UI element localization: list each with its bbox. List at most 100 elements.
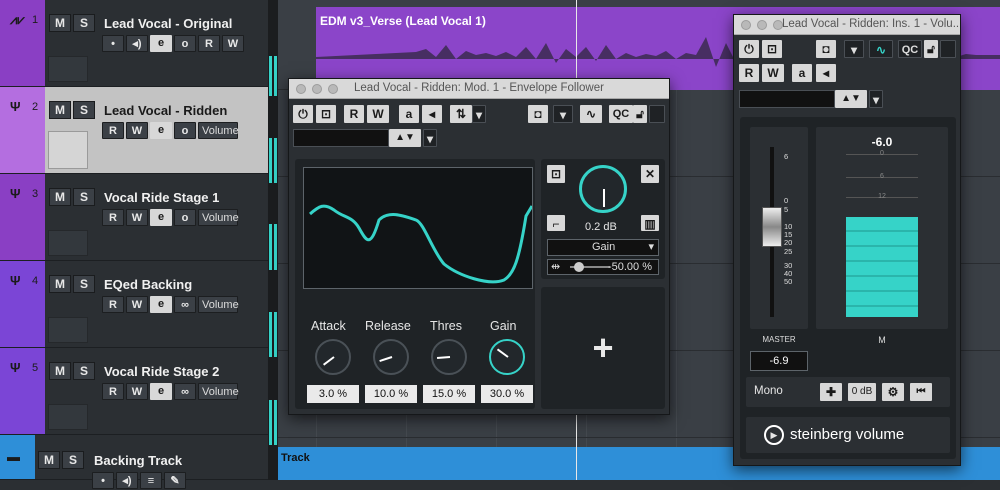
automation-param-select[interactable]: Volume: [198, 122, 239, 139]
write-automation-button[interactable]: W: [126, 122, 148, 139]
lock-icon[interactable]: 🔓︎: [924, 40, 938, 58]
monitor-button[interactable]: ◂): [116, 472, 138, 489]
lock-icon[interactable]: 🔓︎: [633, 105, 647, 123]
solo-button[interactable]: S: [73, 188, 95, 206]
timebase-button[interactable]: o: [174, 35, 196, 52]
mute-button[interactable]: M: [49, 14, 71, 32]
automation-param-select[interactable]: Volume: [198, 383, 239, 400]
slider-handle[interactable]: [574, 262, 584, 272]
preset-field[interactable]: [739, 90, 835, 108]
solo-button[interactable]: S: [73, 101, 95, 119]
preset-navigate-buttons[interactable]: ▲▼: [389, 129, 421, 147]
curve-icon[interactable]: ⌐: [547, 215, 565, 231]
dropdown-button[interactable]: ▾: [553, 105, 573, 123]
write-automation-button[interactable]: W: [367, 105, 389, 123]
edit-button[interactable]: ✎: [164, 472, 186, 489]
read-automation-button[interactable]: R: [102, 122, 124, 139]
options-button[interactable]: [649, 105, 665, 123]
options-button[interactable]: [940, 40, 956, 58]
edit-channel-button[interactable]: e: [150, 35, 172, 52]
record-enable-button[interactable]: •: [92, 472, 114, 489]
write-automation-button[interactable]: W: [126, 383, 148, 400]
link-button[interactable]: ∞: [174, 383, 196, 400]
arrow-left-icon[interactable]: ◂: [422, 105, 442, 123]
mute-button[interactable]: M: [49, 101, 71, 119]
power-icon[interactable]: ⏻: [293, 105, 313, 123]
track-row[interactable]: Ψ 4 M S EQed Backing R W e ∞ Volume: [0, 261, 268, 348]
rewind-icon[interactable]: ⏮: [910, 383, 932, 401]
phase-plus-icon[interactable]: ✚: [820, 383, 842, 401]
routing-icon[interactable]: ⇅: [450, 105, 472, 123]
mute-button[interactable]: M: [49, 362, 71, 380]
preset-menu-icon[interactable]: ▾: [869, 90, 883, 108]
edit-channel-button[interactable]: e: [150, 122, 172, 139]
write-automation-button[interactable]: W: [762, 64, 784, 82]
edit-channel-button[interactable]: e: [150, 209, 172, 226]
solo-button[interactable]: S: [73, 275, 95, 293]
preset-field[interactable]: [293, 129, 389, 147]
gain-value[interactable]: 30.0 %: [481, 385, 533, 403]
solo-button[interactable]: S: [73, 14, 95, 32]
release-value[interactable]: 10.0 %: [365, 385, 417, 403]
window-titlebar[interactable]: Lead Vocal - Ridden: Mod. 1 - Envelope F…: [289, 79, 669, 99]
preset-menu-icon[interactable]: ▾: [423, 129, 437, 147]
gain-reset-button[interactable]: 0 dB: [848, 383, 876, 401]
lanes-button[interactable]: ≡: [140, 472, 162, 489]
track-row[interactable]: Ψ 2 M S Lead Vocal - Ridden R W e o Volu…: [0, 87, 268, 174]
chevron-down-icon[interactable]: ▾: [472, 105, 486, 123]
minimize-window-button[interactable]: [757, 20, 767, 30]
link-button[interactable]: ∞: [174, 296, 196, 313]
timebase-button[interactable]: o: [174, 122, 196, 139]
output-knob[interactable]: [579, 165, 627, 213]
automation-param-select[interactable]: Volume: [198, 209, 239, 226]
read-automation-button[interactable]: R: [739, 64, 759, 82]
track-row[interactable]: ▬ M S Backing Track • ◂) ≡ ✎: [0, 435, 268, 489]
volume-plugin-window[interactable]: Lead Vocal - Ridden: Ins. 1 - Volu... ⏻ …: [733, 14, 961, 466]
read-automation-button[interactable]: R: [102, 383, 124, 400]
auto-select-button[interactable]: a: [792, 64, 812, 82]
gear-icon[interactable]: ⚙: [882, 383, 904, 401]
power-icon[interactable]: ⏻: [739, 40, 759, 58]
quick-controls-button[interactable]: QC: [898, 40, 922, 58]
mute-button[interactable]: M: [49, 188, 71, 206]
master-value-field[interactable]: -6.9: [750, 351, 808, 371]
read-automation-button[interactable]: R: [198, 35, 220, 52]
piano-icon[interactable]: ▥: [641, 215, 659, 231]
write-automation-button[interactable]: W: [126, 296, 148, 313]
write-automation-button[interactable]: W: [126, 209, 148, 226]
volume-fader[interactable]: [762, 207, 782, 247]
range-slider[interactable]: ⇹ -50.00 %: [547, 259, 659, 275]
read-automation-button[interactable]: R: [102, 296, 124, 313]
monitor-button[interactable]: ◂): [126, 35, 148, 52]
solo-button[interactable]: S: [62, 451, 84, 469]
activity-icon[interactable]: ∿: [580, 105, 602, 123]
track-row[interactable]: Ψ 5 M S Vocal Ride Stage 2 R W e ∞ Volum…: [0, 348, 268, 435]
camera-icon[interactable]: ◘: [816, 40, 836, 58]
window-titlebar[interactable]: Lead Vocal - Ridden: Ins. 1 - Volu...: [734, 15, 960, 35]
bypass-icon[interactable]: ⊡: [547, 165, 565, 183]
close-icon[interactable]: ✕: [641, 165, 659, 183]
quick-controls-button[interactable]: QC: [609, 105, 633, 123]
add-modulator-button[interactable]: +: [541, 287, 665, 409]
bypass-icon[interactable]: ⊡: [762, 40, 782, 58]
automation-param-select[interactable]: Volume: [198, 296, 239, 313]
bypass-icon[interactable]: ⊡: [316, 105, 336, 123]
preset-navigate-buttons[interactable]: ▲▼: [835, 90, 867, 108]
read-automation-button[interactable]: R: [344, 105, 364, 123]
track-row[interactable]: ⩘⩗ 1 M S Lead Vocal - Original • ◂) e o …: [0, 0, 268, 87]
camera-icon[interactable]: ◘: [528, 105, 548, 123]
arrow-left-icon[interactable]: ◂: [816, 64, 836, 82]
write-automation-button[interactable]: W: [222, 35, 244, 52]
mute-button[interactable]: M: [49, 275, 71, 293]
mute-button[interactable]: M: [38, 451, 60, 469]
auto-select-button[interactable]: a: [399, 105, 419, 123]
attack-knob[interactable]: [315, 339, 351, 375]
close-window-button[interactable]: [741, 20, 751, 30]
timebase-button[interactable]: o: [174, 209, 196, 226]
envelope-follower-window[interactable]: Lead Vocal - Ridden: Mod. 1 - Envelope F…: [288, 78, 670, 415]
threshold-value[interactable]: 15.0 %: [423, 385, 475, 403]
threshold-knob[interactable]: [431, 339, 467, 375]
track-row[interactable]: Ψ 3 M S Vocal Ride Stage 1 R W e o Volum…: [0, 174, 268, 261]
dropdown-button[interactable]: ▾: [844, 40, 864, 58]
target-select[interactable]: Gain ▾: [547, 239, 659, 256]
